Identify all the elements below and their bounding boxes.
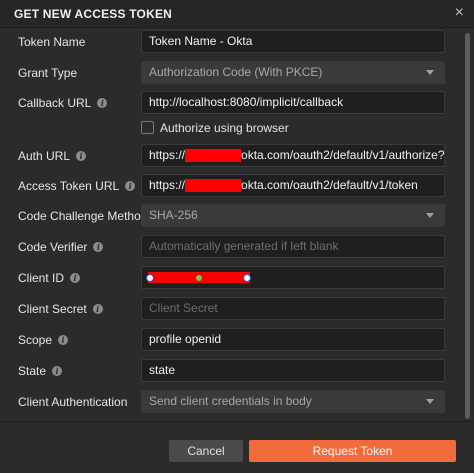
code-verifier-label: Code Verifier i: [18, 240, 104, 254]
code-challenge-method-select[interactable]: SHA-256: [141, 204, 445, 227]
client-secret-label: Client Secret i: [18, 302, 103, 316]
info-icon[interactable]: i: [125, 181, 136, 191]
dialog-header: GET NEW ACCESS TOKEN ×: [0, 0, 474, 28]
cancel-button[interactable]: Cancel: [169, 440, 243, 462]
client-secret-input[interactable]: Client Secret: [141, 297, 445, 320]
authorize-browser-checkbox[interactable]: [141, 121, 154, 134]
info-icon[interactable]: i: [52, 366, 63, 376]
info-icon[interactable]: i: [58, 335, 69, 345]
token-name-input[interactable]: Token Name - Okta: [141, 30, 445, 53]
redaction-block: [185, 179, 242, 193]
auth-url-prefix: https://: [149, 148, 186, 162]
client-id-label: Client ID i: [18, 271, 81, 285]
client-authentication-select[interactable]: Send client credentials in body: [141, 390, 445, 413]
scope-input[interactable]: profile openid: [141, 328, 445, 351]
selection-handle-end[interactable]: [243, 274, 251, 282]
redaction-block: [185, 149, 242, 163]
info-icon[interactable]: i: [92, 304, 103, 314]
client-authentication-value: Send client credentials in body: [149, 394, 312, 408]
scrollbar-thumb[interactable]: [465, 33, 470, 419]
state-label: State i: [18, 364, 63, 378]
token-name-label: Token Name: [18, 35, 86, 49]
selection-handle-mid[interactable]: [196, 275, 202, 281]
access-token-url-suffix: okta.com/oauth2/default/v1/token: [241, 178, 418, 192]
access-token-url-label: Access Token URL i: [18, 179, 136, 193]
info-icon[interactable]: i: [76, 151, 87, 161]
dialog-title: GET NEW ACCESS TOKEN: [14, 7, 173, 21]
callback-url-input[interactable]: http://localhost:8080/implicit/callback: [141, 91, 445, 114]
chevron-down-icon: [426, 399, 434, 404]
request-token-button[interactable]: Request Token: [249, 440, 456, 462]
close-icon[interactable]: ×: [455, 4, 464, 22]
selection-handle-start[interactable]: [146, 274, 154, 282]
code-challenge-method-value: SHA-256: [149, 208, 198, 222]
grant-type-select[interactable]: Authorization Code (With PKCE): [141, 61, 445, 84]
grant-type-label: Grant Type: [18, 66, 78, 80]
client-authentication-label: Client Authentication: [18, 395, 128, 409]
chevron-down-icon: [426, 213, 434, 218]
footer-divider: [0, 421, 474, 422]
auth-url-suffix: okta.com/oauth2/default/v1/authorize?non…: [241, 148, 445, 162]
access-token-url-input[interactable]: https:// okta.com/oauth2/default/v1/token: [141, 174, 445, 197]
access-token-url-prefix: https://: [149, 178, 186, 192]
auth-url-label: Auth URL i: [18, 149, 87, 163]
callback-url-label: Callback URL i: [18, 96, 108, 110]
scope-label: Scope i: [18, 333, 69, 347]
authorize-browser-label: Authorize using browser: [160, 121, 289, 135]
client-id-input[interactable]: [141, 266, 445, 289]
chevron-down-icon: [426, 70, 434, 75]
info-icon[interactable]: i: [70, 273, 81, 283]
code-verifier-input[interactable]: Automatically generated if left blank: [141, 235, 445, 258]
info-icon[interactable]: i: [93, 242, 104, 252]
auth-url-input[interactable]: https:// okta.com/oauth2/default/v1/autho…: [141, 144, 445, 167]
state-input[interactable]: state: [141, 359, 445, 382]
info-icon[interactable]: i: [97, 98, 108, 108]
grant-type-value: Authorization Code (With PKCE): [149, 65, 323, 79]
